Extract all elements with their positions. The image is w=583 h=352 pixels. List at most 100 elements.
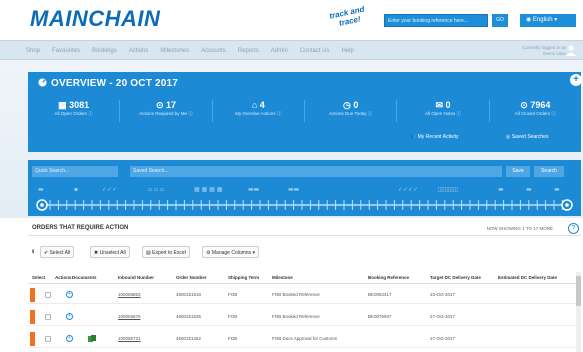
- export-label: Export to Excel: [152, 250, 186, 256]
- inbound-number-link[interactable]: 100055875: [118, 314, 141, 319]
- saved-searches-link[interactable]: ◎ Saved Searches: [506, 130, 548, 144]
- crate-icon-2: ▬: [526, 186, 532, 192]
- nav-item-actions[interactable]: Actions: [129, 48, 149, 54]
- booking-search-input[interactable]: Enter your booking reference here...: [384, 14, 488, 27]
- column-header-shipping-term[interactable]: Shipping Term: [228, 275, 259, 280]
- order-number: 4500151262: [176, 336, 202, 341]
- help-icon[interactable]: ?: [568, 223, 579, 234]
- row-select-checkbox[interactable]: [45, 336, 51, 342]
- stat-icon: ✉: [435, 100, 446, 110]
- table-row[interactable]: +100055853 4500151518 FOB FOB Booked Refere…: [28, 286, 581, 304]
- milestone: FOB Booked Reference: [272, 314, 320, 319]
- saved-search-select[interactable]: Saved Search...: [130, 166, 502, 177]
- stat-label: Actions Required by Me ⓘ: [139, 111, 193, 116]
- truck-icon: ▬▬: [248, 186, 260, 192]
- stat-value: ✉ 0: [397, 100, 488, 110]
- row-action-plus-icon[interactable]: +: [66, 335, 73, 342]
- globe-icon: ◉: [526, 17, 533, 23]
- users-icon: 👥: [410, 134, 418, 140]
- unselect-all-button[interactable]: ✖ Unselect All: [90, 246, 130, 258]
- nav-item-reports[interactable]: Reports: [238, 48, 259, 54]
- column-header-select[interactable]: Select: [32, 275, 45, 280]
- info-icon: ⓘ: [187, 111, 193, 116]
- column-header-actions[interactable]: Actions: [55, 275, 72, 280]
- timeline-track[interactable]: [28, 194, 581, 216]
- column-header-booking-reference[interactable]: Booking Reference: [368, 275, 409, 280]
- unselect-all-label: Unselect All: [99, 250, 126, 256]
- nav-item-bookings[interactable]: Bookings: [92, 48, 117, 54]
- overview-sub-links: 👥 My Recent Activity ◎ Saved Searches: [28, 130, 581, 144]
- booking-reference: BK0076937: [368, 314, 392, 319]
- stat-actions-required-by-me[interactable]: ⊙ 17 Actions Required by Me ⓘ: [120, 100, 213, 122]
- nav-item-help[interactable]: Help: [342, 48, 354, 54]
- stat-label: Actions Due Today ⓘ: [329, 111, 373, 116]
- column-header-estimated-dc-delivery-date[interactable]: Estimated DC Delivery Date: [498, 275, 557, 280]
- column-header-milestone[interactable]: Milestone: [272, 275, 293, 280]
- column-header-order-number[interactable]: Order Number: [176, 275, 207, 280]
- stat-label: My Overdue Actions ⓘ: [235, 111, 282, 116]
- info-icon: ⓘ: [455, 111, 461, 116]
- check-icon-2: ✓✓✓✓: [398, 186, 418, 192]
- row-select-checkbox[interactable]: [45, 314, 51, 320]
- column-header-target-dc-delivery-date[interactable]: Target DC Delivery Date: [430, 275, 481, 280]
- stat-icon: ⊙: [520, 100, 531, 110]
- column-header-inbound-number[interactable]: Inbound Number: [118, 275, 154, 280]
- nav-item-contact-us[interactable]: Contact Us: [300, 48, 330, 54]
- info-icon: ⓘ: [86, 111, 93, 116]
- target-dc-delivery-date: 27-Oct-2017: [430, 336, 456, 341]
- table-row[interactable]: +100055875 4500151535 FOB FOB Booked Refere…: [28, 308, 581, 326]
- language-select[interactable]: ◉ English ▾: [520, 14, 576, 27]
- row-action-plus-icon[interactable]: +: [66, 291, 73, 298]
- expand-plus-icon[interactable]: +: [570, 74, 582, 86]
- nav-item-shop[interactable]: Shop: [26, 48, 40, 54]
- user-avatar-icon: [566, 45, 576, 56]
- column-header-documents[interactable]: Documents: [72, 275, 97, 280]
- orders-toolbar: ⬇ ✔ Select All ✖ Unselect All ▤ Export t…: [28, 245, 581, 259]
- mainchain-logo[interactable]: MAINCHAIN: [30, 6, 160, 32]
- recent-activity-link[interactable]: 👥 My Recent Activity: [410, 130, 458, 144]
- stat-value: ◷ 0: [305, 100, 396, 110]
- dashboard-gauge-icon: [38, 78, 47, 87]
- row-action-plus-icon[interactable]: +: [66, 313, 73, 320]
- stat-label: All Open Orders ⓘ: [54, 111, 93, 116]
- user-box[interactable]: Currently logged in as Demo User: [506, 43, 580, 59]
- stat-actions-due-today[interactable]: ◷ 0 Actions Due Today ⓘ: [305, 100, 398, 122]
- truck-icon-2: ▬▬: [288, 186, 300, 192]
- stat-value: ▦ 3081: [28, 100, 119, 110]
- stat-value: ⊙ 17: [120, 100, 211, 110]
- table-row[interactable]: +100055731 4500151262 FOB FOB Docs Approval…: [28, 330, 581, 348]
- nav-item-admin[interactable]: Admin: [271, 48, 288, 54]
- target-dc-delivery-date: 23-Oct-2017: [430, 292, 456, 297]
- nav-item-favourites[interactable]: Favourites: [52, 48, 80, 54]
- search-button[interactable]: Search: [534, 166, 564, 177]
- row-select-checkbox[interactable]: [45, 292, 51, 298]
- stat-my-overdue-actions[interactable]: ⌂ 4 My Overdue Actions ⓘ: [213, 100, 305, 122]
- nav-item-accounts[interactable]: Accounts: [201, 48, 226, 54]
- chevron-down-icon: ▾: [552, 17, 558, 23]
- document-icon[interactable]: [88, 335, 96, 343]
- stat-all-closed-orders[interactable]: ⊙ 7964 All Closed Orders ⓘ: [490, 100, 581, 122]
- inbound-number-link[interactable]: 100055731: [118, 336, 141, 341]
- stat-all-open-notes[interactable]: ✉ 0 All Open Notes ⓘ: [397, 100, 490, 122]
- crate-icon-3: ▬: [554, 186, 560, 192]
- nav-items: Shop Favourites Bookings Actions Milestones A…: [26, 41, 354, 61]
- stat-number: 0: [353, 100, 359, 110]
- scrollbar-thumb[interactable]: [576, 276, 581, 306]
- save-button[interactable]: Save: [506, 166, 530, 177]
- box-icon: ▫ ▫ ▫: [148, 186, 164, 192]
- timeline-panel: Quick Search... Saved Search... Save Sea…: [28, 160, 581, 216]
- target-dc-delivery-date: 27-Oct-2017: [430, 314, 456, 319]
- shipping-term: FOB: [228, 292, 238, 297]
- manage-columns-button[interactable]: ⚙ Manage Columns ▾: [202, 246, 259, 258]
- quick-search-input[interactable]: Quick Search...: [32, 166, 118, 177]
- booking-reference: BK0052417: [368, 292, 392, 297]
- nav-item-milestones[interactable]: Milestones: [160, 48, 189, 54]
- go-button[interactable]: GO: [492, 14, 508, 27]
- stat-all-open-orders[interactable]: ▦ 3081 All Open Orders ⓘ: [28, 100, 121, 122]
- recent-activity-label: My Recent Activity: [417, 134, 459, 140]
- orders-section-header: ORDERS THAT REQUIRE ACTION NOW SHOWING 1…: [28, 222, 581, 236]
- download-arrow-icon[interactable]: ⬇: [28, 246, 38, 258]
- export-excel-button[interactable]: ▤ Export to Excel: [142, 246, 190, 258]
- inbound-number-link[interactable]: 100055853: [118, 292, 141, 297]
- select-all-button[interactable]: ✔ Select All: [40, 246, 75, 258]
